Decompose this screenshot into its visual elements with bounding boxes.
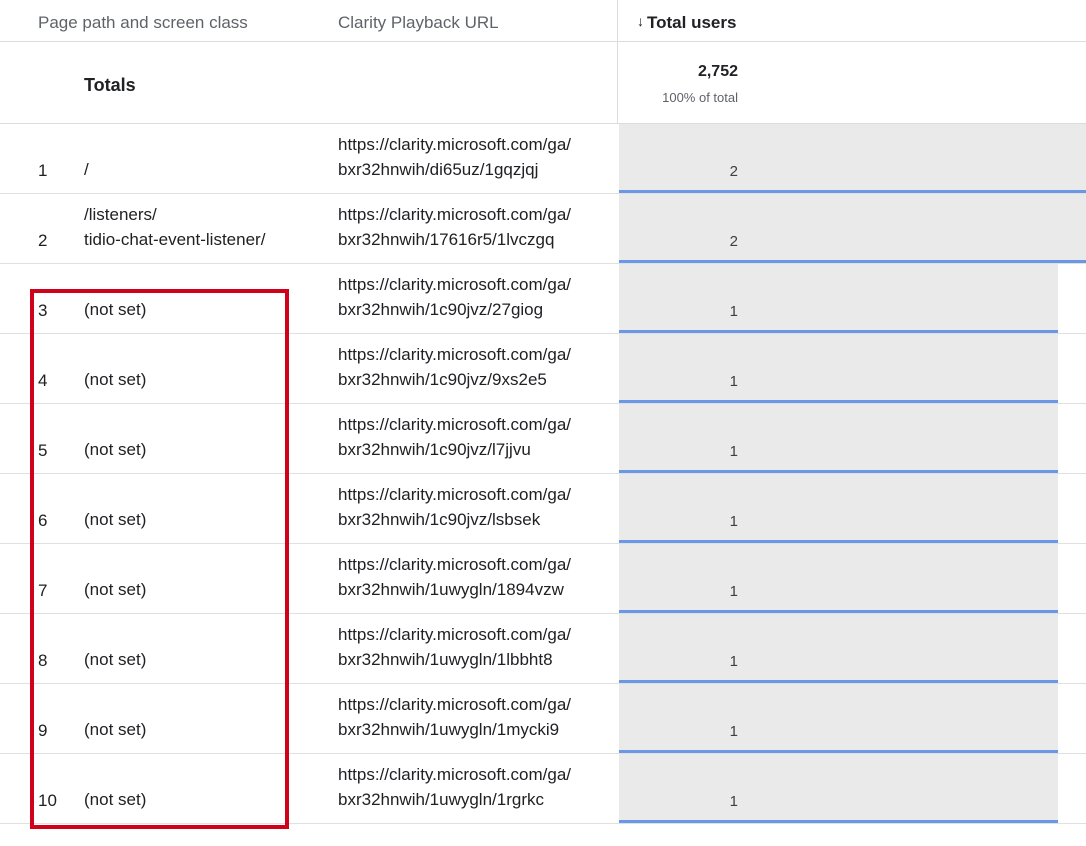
- users-bar: [619, 754, 1058, 823]
- page-path-cell: /listeners/tidio-chat-event-listener/: [84, 202, 324, 252]
- url-line: bxr32hnwih/1c90jvz/l7jjvu: [338, 440, 531, 459]
- table-row[interactable]: 9 (not set) https://clarity.microsoft.co…: [0, 684, 1086, 754]
- url-line: https://clarity.microsoft.com/ga/: [338, 415, 572, 434]
- row-rank: 6: [38, 511, 48, 530]
- clarity-url-cell[interactable]: https://clarity.microsoft.com/ga/bxr32hn…: [338, 272, 613, 322]
- row-rank: 4: [38, 371, 48, 390]
- url-line: https://clarity.microsoft.com/ga/: [338, 135, 572, 154]
- row-rank: 7: [38, 581, 48, 600]
- url-line: https://clarity.microsoft.com/ga/: [338, 625, 572, 644]
- table-row[interactable]: 1 / https://clarity.microsoft.com/ga/bxr…: [0, 124, 1086, 194]
- table-row[interactable]: 7 (not set) https://clarity.microsoft.co…: [0, 544, 1086, 614]
- users-value: 2: [729, 233, 738, 250]
- table-header: Page path and screen class Clarity Playb…: [0, 0, 1086, 42]
- clarity-url-cell[interactable]: https://clarity.microsoft.com/ga/bxr32hn…: [338, 622, 613, 672]
- users-value: 1: [729, 583, 738, 600]
- url-line: bxr32hnwih/17616r5/1lvczgq: [338, 230, 555, 249]
- row-rank: 8: [38, 651, 48, 670]
- row-rank: 9: [38, 721, 48, 740]
- column-header-clarity-url[interactable]: Clarity Playback URL: [338, 12, 499, 34]
- clarity-url-cell[interactable]: https://clarity.microsoft.com/ga/bxr32hn…: [338, 552, 613, 602]
- row-rank: 5: [38, 441, 48, 460]
- clarity-url-cell[interactable]: https://clarity.microsoft.com/ga/bxr32hn…: [338, 132, 613, 182]
- url-line: https://clarity.microsoft.com/ga/: [338, 555, 572, 574]
- url-line: https://clarity.microsoft.com/ga/: [338, 205, 572, 224]
- row-rank: 1: [38, 161, 48, 180]
- page-path-cell: (not set): [84, 580, 147, 599]
- row-rank: 10: [38, 791, 57, 810]
- url-line: bxr32hnwih/1c90jvz/lsbsek: [338, 510, 541, 529]
- clarity-url-cell[interactable]: https://clarity.microsoft.com/ga/bxr32hn…: [338, 762, 613, 812]
- url-line: https://clarity.microsoft.com/ga/: [338, 275, 572, 294]
- url-line: https://clarity.microsoft.com/ga/: [338, 765, 572, 784]
- users-bar: [619, 544, 1058, 613]
- url-line: bxr32hnwih/1uwygln/1mycki9: [338, 720, 560, 739]
- page-path-cell: (not set): [84, 440, 147, 459]
- users-bar: [619, 124, 1086, 193]
- page-path-line: tidio-chat-event-listener/: [84, 230, 266, 249]
- page-path-cell: (not set): [84, 790, 147, 809]
- url-line: https://clarity.microsoft.com/ga/: [338, 695, 572, 714]
- users-bar: [619, 334, 1058, 403]
- total-users-label: Total users: [647, 13, 737, 32]
- totals-label: Totals: [84, 75, 136, 95]
- page-path-line: /listeners/: [84, 205, 157, 224]
- users-value: 1: [729, 723, 738, 740]
- users-bar: [619, 404, 1058, 473]
- row-rank: 3: [38, 301, 48, 320]
- totals-row: Totals 2,752 100% of total: [0, 42, 1086, 124]
- url-line: bxr32hnwih/1c90jvz/9xs2e5: [338, 370, 547, 389]
- url-line: https://clarity.microsoft.com/ga/: [338, 345, 572, 364]
- page-path-cell: (not set): [84, 510, 147, 529]
- table-row[interactable]: 10 (not set) https://clarity.microsoft.c…: [0, 754, 1086, 824]
- clarity-url-cell[interactable]: https://clarity.microsoft.com/ga/bxr32hn…: [338, 692, 613, 742]
- users-value: 1: [729, 653, 738, 670]
- url-line: https://clarity.microsoft.com/ga/: [338, 485, 572, 504]
- clarity-url-cell[interactable]: https://clarity.microsoft.com/ga/bxr32hn…: [338, 342, 613, 392]
- clarity-url-cell[interactable]: https://clarity.microsoft.com/ga/bxr32hn…: [338, 412, 613, 462]
- column-header-page-path[interactable]: Page path and screen class: [38, 12, 248, 34]
- table-row[interactable]: 8 (not set) https://clarity.microsoft.co…: [0, 614, 1086, 684]
- table-row[interactable]: 2 /listeners/tidio-chat-event-listener/ …: [0, 194, 1086, 264]
- page-path-cell: (not set): [84, 650, 147, 669]
- totals-percent: 100% of total: [662, 90, 738, 105]
- page-path-cell: /: [84, 160, 89, 179]
- column-header-total-users[interactable]: ↓ Total users: [637, 12, 736, 34]
- clarity-url-cell[interactable]: https://clarity.microsoft.com/ga/bxr32hn…: [338, 202, 613, 252]
- totals-value: 2,752: [697, 63, 738, 80]
- users-value: 1: [729, 793, 738, 810]
- url-line: bxr32hnwih/1uwygln/1lbbht8: [338, 650, 553, 669]
- url-line: bxr32hnwih/di65uz/1gqzjqj: [338, 160, 539, 179]
- page-path-cell: (not set): [84, 720, 147, 739]
- users-bar: [619, 194, 1086, 263]
- url-line: bxr32hnwih/1uwygln/1rgrkc: [338, 790, 544, 809]
- users-value: 1: [729, 373, 738, 390]
- clarity-url-cell[interactable]: https://clarity.microsoft.com/ga/bxr32hn…: [338, 482, 613, 532]
- users-value: 1: [729, 443, 738, 460]
- users-bar: [619, 614, 1058, 683]
- page-path-cell: (not set): [84, 370, 147, 389]
- page-path-cell: (not set): [84, 300, 147, 319]
- url-line: bxr32hnwih/1uwygln/1894vzw: [338, 580, 564, 599]
- table-row[interactable]: 6 (not set) https://clarity.microsoft.co…: [0, 474, 1086, 544]
- users-value: 1: [729, 513, 738, 530]
- users-bar: [619, 264, 1058, 333]
- users-bar: [619, 474, 1058, 543]
- users-value: 1: [729, 303, 738, 320]
- row-rank: 2: [38, 231, 48, 250]
- table-row[interactable]: 3 (not set) https://clarity.microsoft.co…: [0, 264, 1086, 334]
- url-line: bxr32hnwih/1c90jvz/27giog: [338, 300, 544, 319]
- sort-descending-icon[interactable]: ↓: [637, 13, 644, 29]
- table-row[interactable]: 5 (not set) https://clarity.microsoft.co…: [0, 404, 1086, 474]
- users-value: 2: [729, 163, 738, 180]
- users-bar: [619, 684, 1058, 753]
- table-row[interactable]: 4 (not set) https://clarity.microsoft.co…: [0, 334, 1086, 404]
